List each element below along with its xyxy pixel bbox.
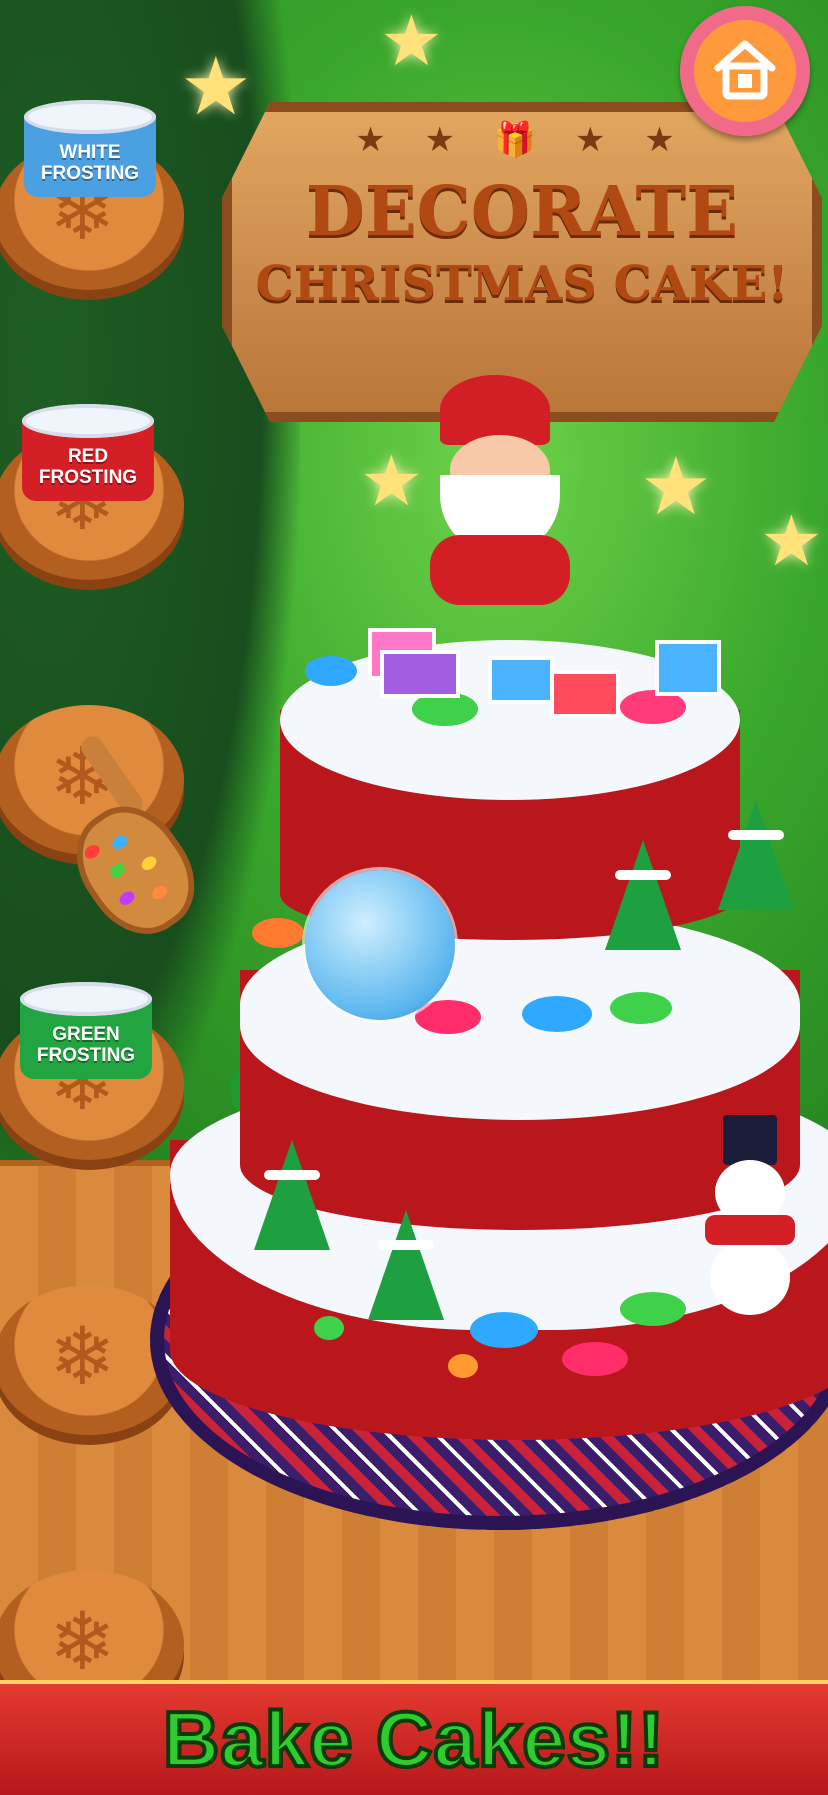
game-scene: ★ ★ ★ ★ ★ ★ ★ 🎁 ★ ★ DECORATE CHRISTMAS C… — [0, 0, 828, 1795]
candy-decoration — [252, 918, 304, 948]
angel-snow-globe[interactable] — [305, 870, 455, 1020]
tub-lid — [22, 404, 154, 438]
christmas-tree-topper[interactable] — [254, 1140, 330, 1250]
star-icon: ★ — [640, 440, 712, 533]
frosting-label: RED FROSTING — [38, 446, 138, 488]
santa-coat — [430, 535, 570, 605]
snowman-topper[interactable] — [705, 1115, 795, 1315]
title-line-1: DECORATE — [305, 172, 739, 252]
snowflake-icon: ❄ — [49, 1595, 117, 1688]
white-frosting-tub[interactable]: WHITE FROSTING — [24, 100, 156, 208]
snowman-scarf — [705, 1215, 795, 1245]
candy-decoration — [470, 1312, 538, 1348]
frosting-label: GREEN FROSTING — [36, 1024, 136, 1066]
candy-sprinkle — [82, 842, 103, 862]
candy-decoration — [305, 656, 357, 686]
gift-box — [550, 670, 620, 718]
banner-text: Bake Cakes!! — [161, 1693, 666, 1785]
snowman-body — [710, 1240, 790, 1315]
candy-sprinkle — [109, 832, 130, 852]
gift-box — [655, 640, 721, 696]
candy-decoration — [522, 996, 592, 1032]
santa-topper[interactable] — [400, 375, 600, 605]
christmas-tree-topper[interactable] — [718, 800, 794, 910]
promo-banner: Bake Cakes!! — [0, 1680, 828, 1795]
candy-decoration — [448, 1354, 478, 1378]
candy-decoration — [314, 1316, 344, 1340]
green-frosting-tub[interactable]: GREEN FROSTING — [20, 982, 152, 1090]
snowflake-icon: ❄ — [49, 1310, 117, 1403]
tub-lid — [20, 982, 152, 1016]
candy-decoration — [610, 992, 672, 1024]
gift-box — [488, 656, 554, 704]
title-line-2: CHRISTMAS CAKE! — [255, 256, 789, 312]
christmas-tree-topper[interactable] — [368, 1210, 444, 1320]
candy-decoration — [562, 1342, 628, 1376]
tub-lid — [24, 100, 156, 134]
red-frosting-tub[interactable]: RED FROSTING — [22, 404, 154, 512]
candy-sprinkle — [139, 853, 160, 873]
candy-decoration — [415, 1000, 481, 1034]
star-icon: ★ — [760, 500, 823, 582]
candy-sprinkle — [149, 882, 170, 902]
home-icon — [714, 40, 776, 100]
home-button[interactable] — [680, 6, 810, 136]
snowman-hat — [723, 1115, 777, 1165]
candy-decoration — [620, 1292, 686, 1326]
candy-sprinkle — [117, 888, 138, 908]
gift-box — [380, 650, 460, 698]
frosting-label: WHITE FROSTING — [40, 142, 140, 184]
candy-sprinkle — [107, 861, 128, 881]
christmas-tree-topper[interactable] — [605, 840, 681, 950]
